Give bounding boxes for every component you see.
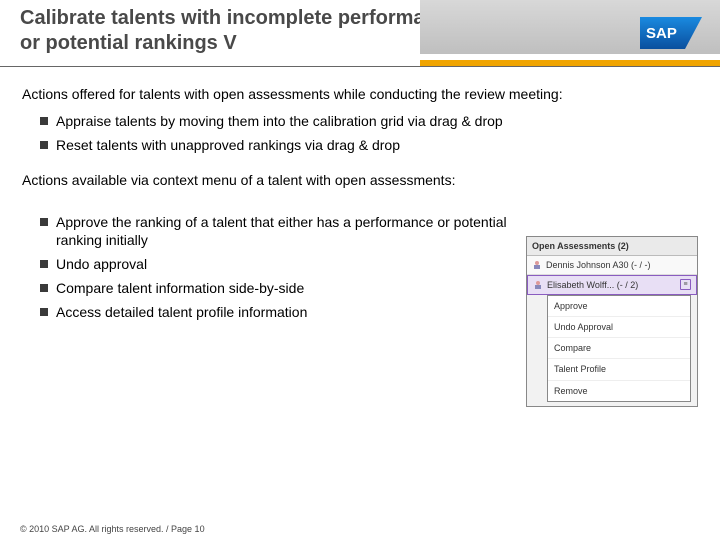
sap-logo: SAP [640, 17, 702, 49]
menu-undo-approval[interactable]: Undo Approval [548, 317, 690, 338]
slide-header: SAP Calibrate talents with incomplete pe… [0, 0, 720, 67]
section2-list: Approve the ranking of a talent that eit… [22, 213, 516, 322]
section2-text: Approve the ranking of a talent that eit… [22, 208, 516, 338]
context-menu: Approve Undo Approval Compare Talent Pro… [547, 295, 691, 402]
menu-remove[interactable]: Remove [548, 381, 690, 401]
person-icon [532, 260, 542, 270]
menu-compare[interactable]: Compare [548, 338, 690, 359]
embedded-screenshot: Open Assessments (2) Dennis Johnson A30 … [526, 236, 698, 407]
content-area: Actions offered for talents with open as… [0, 67, 720, 407]
list-item: Access detailed talent profile informati… [40, 303, 516, 322]
gold-bar [420, 60, 720, 66]
section2-intro: Actions available via context menu of a … [22, 171, 698, 190]
section2-wrap: Approve the ranking of a talent that eit… [22, 208, 698, 407]
talent-name: Dennis Johnson A30 (- / -) [546, 259, 651, 271]
panel-title: Open Assessments (2) [527, 237, 697, 256]
talent-row-selected[interactable]: Elisabeth Wolff... (- / 2) ≡ [527, 275, 697, 295]
details-icon[interactable]: ≡ [680, 279, 691, 290]
section1-list: Appraise talents by moving them into the… [22, 112, 698, 155]
footer-text: © 2010 SAP AG. All rights reserved. / Pa… [20, 524, 205, 534]
person-icon [533, 280, 543, 290]
section1-intro: Actions offered for talents with open as… [22, 85, 698, 104]
talent-row[interactable]: Dennis Johnson A30 (- / -) [527, 256, 697, 275]
svg-text:SAP: SAP [646, 25, 677, 42]
menu-approve[interactable]: Approve [548, 296, 690, 317]
list-item: Approve the ranking of a talent that eit… [40, 213, 516, 251]
talent-name: Elisabeth Wolff... (- / 2) [547, 279, 638, 291]
list-item: Reset talents with unapproved rankings v… [40, 136, 698, 155]
menu-talent-profile[interactable]: Talent Profile [548, 359, 690, 380]
list-item: Compare talent information side-by-side [40, 279, 516, 298]
list-item: Appraise talents by moving them into the… [40, 112, 698, 131]
list-item: Undo approval [40, 255, 516, 274]
